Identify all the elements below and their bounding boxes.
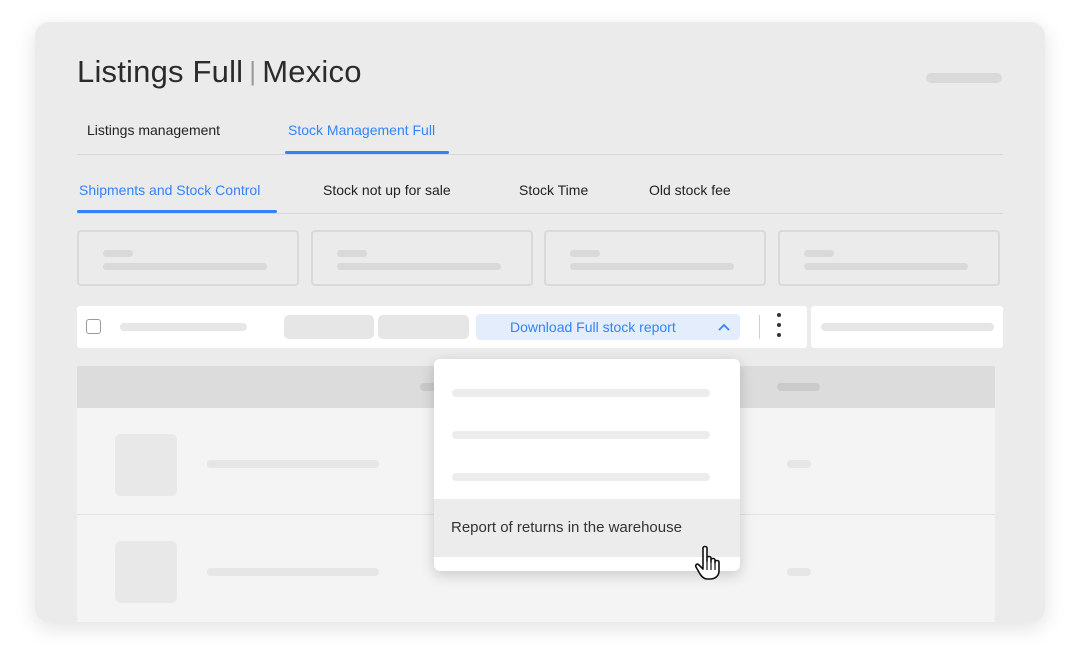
dropdown-item-placeholder[interactable] — [452, 473, 710, 481]
dropdown-item-placeholder[interactable] — [452, 389, 710, 397]
page-title-country: Mexico — [262, 54, 362, 89]
select-all-checkbox[interactable] — [86, 319, 101, 334]
download-button-label: Download Full stock report — [510, 319, 676, 335]
dropdown-item-returns-report-label: Report of returns in the warehouse — [451, 519, 682, 536]
kebab-menu-icon[interactable] — [775, 313, 783, 341]
page-title-main: Listings Full — [77, 54, 244, 89]
tab-stock-not-for-sale[interactable]: Stock not up for sale — [323, 182, 451, 198]
active-subtab-indicator — [77, 210, 277, 213]
table-toolbar: Download Full stock report — [77, 306, 807, 348]
active-tab-indicator — [285, 151, 449, 154]
product-thumbnail — [115, 541, 177, 603]
tab-shipments-stock-control[interactable]: Shipments and Stock Control — [79, 182, 260, 198]
text-placeholder — [787, 568, 811, 576]
text-placeholder — [207, 568, 379, 576]
title-separator: | — [249, 56, 257, 86]
dropdown-item-placeholder[interactable] — [452, 431, 710, 439]
download-report-dropdown: Report of returns in the warehouse — [434, 359, 740, 571]
tab-listings-management[interactable]: Listings management — [87, 122, 220, 138]
page-title: Listings Full | Mexico — [77, 54, 362, 90]
header-action-placeholder[interactable] — [926, 73, 1002, 83]
main-tabs: Listings management Stock Management Ful… — [77, 122, 1003, 155]
summary-card[interactable] — [778, 230, 1000, 286]
text-placeholder — [787, 460, 811, 468]
filter-placeholder-button[interactable] — [378, 315, 469, 339]
text-placeholder — [821, 323, 994, 331]
download-full-stock-report-button[interactable]: Download Full stock report — [476, 314, 740, 340]
filter-placeholder-button[interactable] — [284, 315, 374, 339]
summary-card[interactable] — [77, 230, 299, 286]
toolbar-divider — [759, 315, 760, 339]
hand-pointer-cursor-icon — [694, 545, 720, 580]
product-thumbnail — [115, 434, 177, 496]
text-placeholder — [120, 323, 247, 331]
sub-tabs: Shipments and Stock Control Stock not up… — [77, 182, 1003, 214]
chevron-up-icon — [718, 314, 730, 349]
text-placeholder — [207, 460, 379, 468]
toolbar-right-panel — [811, 306, 1003, 348]
tab-old-stock-fee[interactable]: Old stock fee — [649, 182, 731, 198]
tab-stock-management-full[interactable]: Stock Management Full — [288, 122, 435, 138]
header-placeholder — [777, 383, 820, 391]
summary-card[interactable] — [311, 230, 533, 286]
summary-card[interactable] — [544, 230, 766, 286]
tab-stock-time[interactable]: Stock Time — [519, 182, 588, 198]
